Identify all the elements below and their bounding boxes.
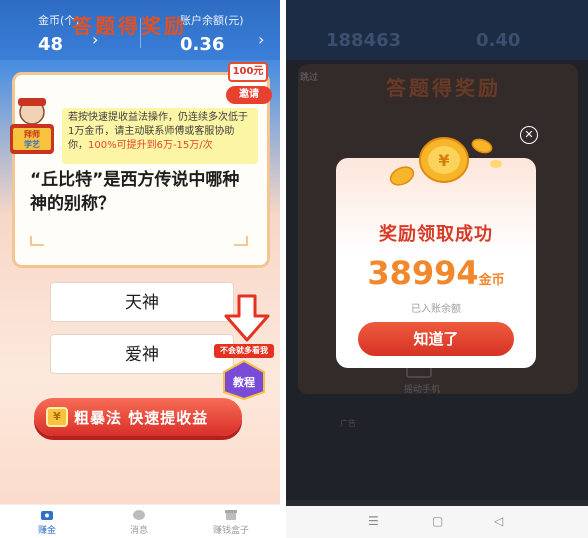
svg-text:¥: ¥ (438, 151, 449, 170)
arrow-down-icon (224, 294, 270, 342)
reward-amount-unit: 金币 (478, 273, 505, 288)
wallet-icon (41, 511, 53, 520)
home-icon[interactable]: ▢ (432, 514, 443, 528)
tab-label: 消息 (129, 526, 148, 536)
back-icon[interactable]: ◁ (494, 514, 503, 528)
mascot-text-line1: 拜师 (24, 129, 40, 139)
answer-option[interactable]: 爱神 (50, 334, 234, 374)
answer-option[interactable]: 天神 (50, 282, 234, 322)
balance-value: 0.36 (180, 34, 225, 55)
got-it-button[interactable]: 知道了 (358, 322, 514, 356)
boost-earnings-button[interactable]: ¥ 粗暴法 快速提收益 (34, 398, 242, 436)
mascot-icon[interactable]: 拜师 学艺 (4, 96, 60, 158)
coin-icon: ¥ (46, 407, 68, 427)
modal-subtitle: 已入账余额 (411, 304, 461, 315)
message-icon (133, 510, 145, 520)
ad-tag: 广告 (340, 419, 356, 428)
tab-label: 赚金 (37, 526, 56, 536)
bg-coins-value: 188463 (326, 30, 402, 51)
tutorial-button[interactable]: 教程 (222, 360, 266, 400)
bg-skip-label: 跳过 (300, 73, 319, 83)
reward-amount: 38994金币 (366, 254, 506, 292)
card-corner-deco (30, 236, 44, 246)
tab-label: 赚钱盒子 (212, 526, 249, 536)
bottom-tabbar: 赚金 消息 赚钱盒子 (0, 504, 280, 538)
tab-messages[interactable]: 消息 (104, 509, 174, 536)
system-navbar: ☰ ▢ ◁ (286, 506, 588, 538)
modal-title: 奖励领取成功 (379, 224, 493, 245)
mascot-text-line2: 学艺 (24, 139, 40, 149)
gold-coins-icon: ¥ (389, 137, 502, 186)
box-icon (225, 510, 237, 520)
ad-shake-text: 摇动手机 (404, 385, 441, 395)
cta-label: 粗暴法 快速提收益 (74, 409, 209, 427)
reward-badge[interactable]: 100元 (228, 62, 268, 82)
question-text: “丘比特”是西方传说中哪种神的别称？ (30, 170, 240, 214)
close-icon[interactable]: ✕ (520, 126, 538, 144)
bg-balance-value: 0.40 (476, 30, 521, 51)
tutorial-label: 教程 (232, 375, 255, 389)
invite-button[interactable]: 邀请 (226, 86, 272, 104)
quiz-screen: 金币(个) 48 › 账户余额(元) 0.36 › 答题得奖励 100元 邀请 … (0, 0, 280, 538)
reward-screen: 188463 0.40 跳过 答题得奖励 摇动手机 广告 ✕ 奖励领取成功 38… (286, 0, 588, 538)
quiz-title: 答题得奖励 (72, 14, 187, 38)
balance-label: 账户余额(元) (180, 14, 244, 27)
chevron-right-icon[interactable]: › (258, 30, 264, 49)
screenshot-root: 金币(个) 48 › 账户余额(元) 0.36 › 答题得奖励 100元 邀请 … (0, 0, 588, 538)
balance-stat[interactable]: 账户余额(元) 0.36 (180, 12, 244, 55)
card-corner-deco (234, 236, 248, 246)
tab-earn[interactable]: 赚金 (12, 509, 82, 536)
notice-box: 若按快速提收益法操作，仍连续多次低于1万金币，请主动联系师傅或客服协助你，100… (62, 108, 258, 164)
bg-quiz-title: 答题得奖励 (386, 76, 501, 100)
reward-amount-number: 38994 (367, 254, 479, 292)
menu-icon[interactable]: ☰ (368, 514, 379, 528)
notice-highlight: 100%可提升到6万-15万/次 (88, 140, 213, 151)
tab-earn-box[interactable]: 赚钱盒子 (196, 509, 266, 536)
tutorial-tag[interactable]: 不会就多看我 (214, 344, 274, 358)
